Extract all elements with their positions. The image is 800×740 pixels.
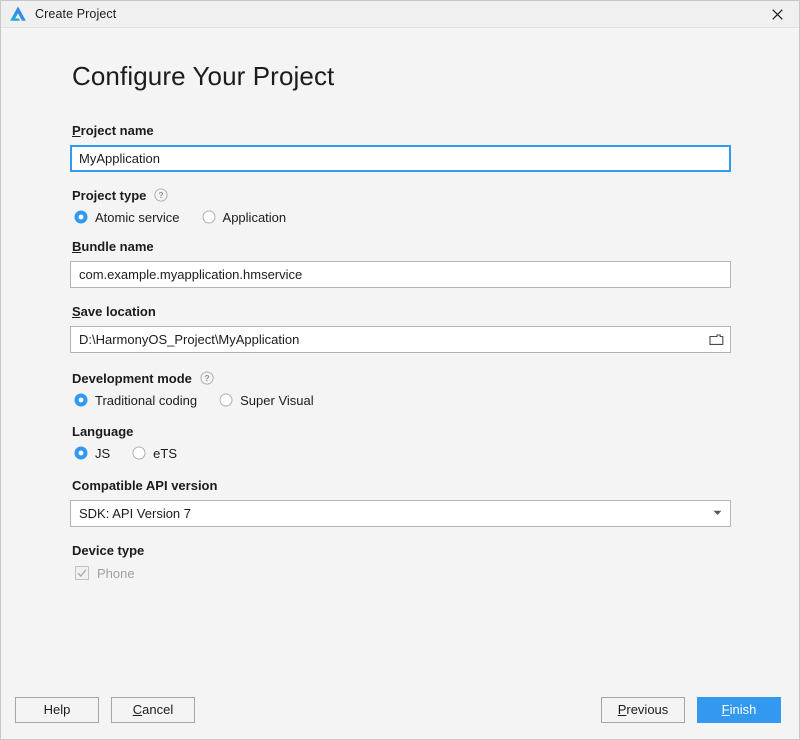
radio-application[interactable]: Application bbox=[202, 209, 287, 225]
save-location-label: Save location bbox=[72, 304, 731, 319]
radio-traditional-coding[interactable]: Traditional coding bbox=[74, 393, 197, 408]
checkbox-checked-disabled-icon bbox=[75, 566, 89, 581]
radio-selected-icon bbox=[74, 446, 88, 460]
radio-atomic-service-label: Atomic service bbox=[95, 209, 180, 225]
previous-button[interactable]: Previous bbox=[601, 697, 685, 723]
save-location-input[interactable]: D:\HarmonyOS_Project\MyApplication bbox=[70, 325, 731, 353]
field-development-mode: Development mode ? Traditional coding Su… bbox=[70, 371, 731, 408]
project-name-label-text: roject name bbox=[80, 122, 154, 138]
radio-js-label: JS bbox=[95, 445, 111, 461]
radio-unselected-icon bbox=[132, 446, 146, 460]
checkbox-phone-label: Phone bbox=[97, 565, 135, 581]
radio-atomic-service[interactable]: Atomic service bbox=[74, 210, 180, 225]
bundle-name-label-text: undle name bbox=[81, 238, 154, 254]
radio-application-label: Application bbox=[222, 209, 287, 225]
close-icon bbox=[771, 8, 783, 20]
save-location-input-group: D:\HarmonyOS_Project\MyApplication bbox=[70, 325, 731, 353]
radio-ets-label: eTS bbox=[153, 445, 178, 461]
device-type-checkbox-group: Phone bbox=[75, 566, 731, 581]
project-type-radio-group: Atomic service Application bbox=[74, 210, 731, 225]
radio-super-visual-label: Super Visual bbox=[240, 392, 314, 408]
dialog-footer: Help Cancel Previous Finish bbox=[1, 681, 799, 739]
footer-left-buttons: Help Cancel bbox=[15, 697, 195, 723]
development-mode-label-text: Development mode bbox=[72, 370, 192, 386]
field-api-version: Compatible API version SDK: API Version … bbox=[70, 478, 731, 527]
api-version-selected-value: SDK: API Version 7 bbox=[79, 505, 192, 521]
previous-button-label: revious bbox=[626, 702, 669, 717]
field-language: Language JS eTS bbox=[70, 424, 731, 461]
svg-text:?: ? bbox=[204, 373, 209, 383]
project-type-label-text: Project type bbox=[72, 187, 147, 203]
radio-super-visual[interactable]: Super Visual bbox=[219, 392, 314, 408]
page-title: Configure Your Project bbox=[72, 61, 335, 91]
help-button-label: Help bbox=[43, 702, 71, 717]
help-button[interactable]: Help bbox=[15, 697, 99, 723]
footer-right-buttons: Previous Finish bbox=[601, 697, 781, 723]
bundle-name-input[interactable]: com.example.myapplication.hmservice bbox=[70, 260, 731, 288]
finish-button[interactable]: Finish bbox=[697, 697, 781, 723]
project-name-input[interactable]: MyApplication bbox=[70, 144, 731, 172]
checkbox-phone: Phone bbox=[75, 566, 135, 581]
radio-selected-icon bbox=[74, 393, 88, 407]
bundle-name-mnemonic: B bbox=[72, 238, 82, 254]
svg-text:?: ? bbox=[159, 190, 164, 200]
finish-button-label: inish bbox=[729, 702, 757, 717]
development-mode-radio-group: Traditional coding Super Visual bbox=[74, 393, 731, 408]
deveco-triangle-logo-icon bbox=[10, 6, 26, 21]
project-type-label: Project type ? bbox=[72, 188, 731, 203]
device-type-label-text: Device type bbox=[72, 542, 145, 558]
language-radio-group: JS eTS bbox=[74, 446, 731, 461]
radio-selected-icon bbox=[74, 210, 88, 224]
field-project-name: Project name MyApplication bbox=[70, 123, 731, 172]
cancel-button[interactable]: Cancel bbox=[111, 697, 195, 723]
close-button[interactable] bbox=[755, 1, 799, 28]
radio-traditional-coding-label: Traditional coding bbox=[95, 392, 198, 408]
help-question-icon[interactable]: ? bbox=[154, 188, 168, 202]
project-name-label: Project name bbox=[72, 123, 731, 138]
development-mode-label: Development mode ? bbox=[72, 371, 731, 386]
chevron-down-icon bbox=[713, 501, 722, 526]
finish-button-mnemonic: F bbox=[721, 702, 730, 717]
language-label-text: Language bbox=[72, 423, 134, 439]
field-bundle-name: Bundle name com.example.myapplication.hm… bbox=[70, 239, 731, 288]
cancel-button-label: ancel bbox=[142, 702, 174, 717]
folder-icon bbox=[708, 334, 723, 345]
title-bar: Create Project bbox=[1, 1, 799, 28]
api-version-label-text: Compatible API version bbox=[72, 477, 218, 493]
radio-unselected-icon bbox=[219, 393, 233, 407]
language-label: Language bbox=[72, 424, 731, 439]
create-project-dialog: Create Project Configure Your Project Pr… bbox=[0, 0, 800, 740]
save-location-label-text: ave location bbox=[80, 303, 156, 319]
api-version-select[interactable]: SDK: API Version 7 bbox=[70, 499, 731, 527]
cancel-button-mnemonic: C bbox=[132, 702, 143, 717]
help-question-icon[interactable]: ? bbox=[200, 371, 214, 385]
radio-ets[interactable]: eTS bbox=[132, 446, 177, 461]
radio-unselected-icon bbox=[202, 210, 216, 224]
field-save-location: Save location D:\HarmonyOS_Project\MyApp… bbox=[70, 304, 731, 353]
save-location-mnemonic: S bbox=[72, 303, 81, 319]
window-title: Create Project bbox=[35, 7, 117, 21]
api-version-label: Compatible API version bbox=[72, 478, 731, 493]
device-type-label: Device type bbox=[72, 543, 731, 558]
project-name-mnemonic: P bbox=[72, 122, 81, 138]
bundle-name-label: Bundle name bbox=[72, 239, 731, 254]
dialog-body: Configure Your Project Project name MyAp… bbox=[1, 28, 799, 681]
radio-js[interactable]: JS bbox=[74, 446, 110, 461]
save-location-browse-button[interactable] bbox=[702, 326, 730, 352]
field-device-type: Device type Phone bbox=[70, 543, 731, 581]
field-project-type: Project type ? Atomic service Applicatio… bbox=[70, 188, 731, 225]
